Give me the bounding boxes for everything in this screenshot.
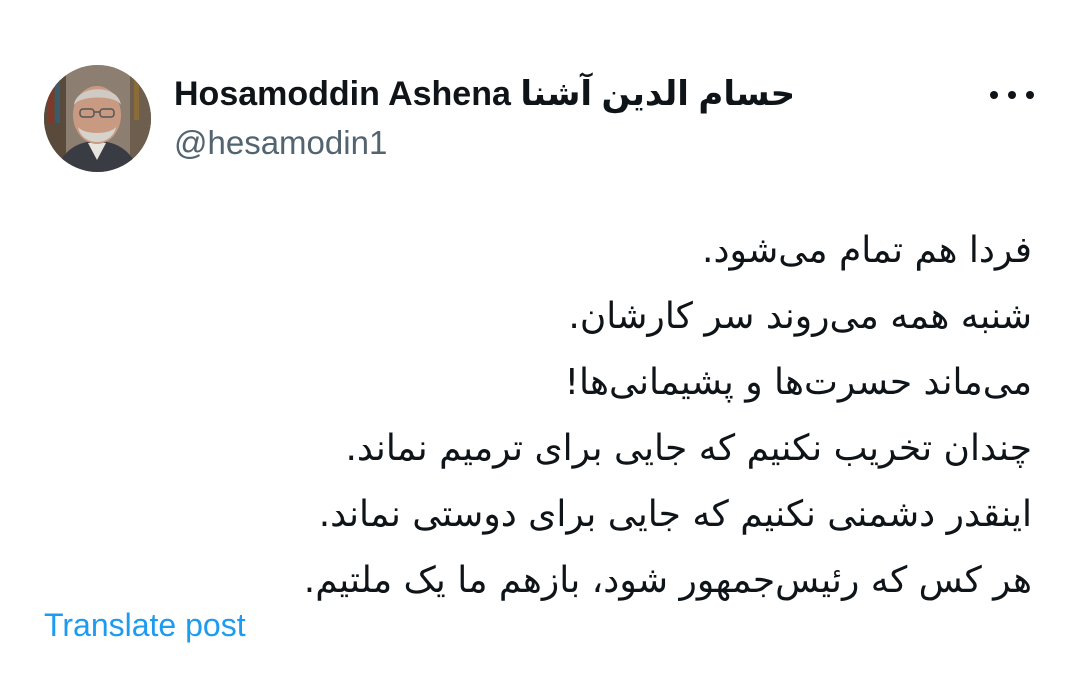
tweet-line: چندان تخریب نکنیم که جایی برای ترمیم نما… xyxy=(345,428,1032,469)
dot xyxy=(1026,91,1034,99)
translate-post-link[interactable]: Translate post xyxy=(44,607,246,644)
tweet-line: می‌ماند حسرت‌ها و پشیمانی‌ها! xyxy=(564,362,1032,403)
avatar[interactable] xyxy=(44,65,151,172)
tweet-text: فردا هم تمام می‌شود. شنبه همه می‌روند سر… xyxy=(252,218,1032,614)
author-name-text: Hosamoddin Ashena حسام الدين آشنا xyxy=(174,75,796,113)
author-handle[interactable]: @hesamodin1 xyxy=(174,124,387,162)
more-options-icon[interactable] xyxy=(990,80,1034,110)
author-display-name[interactable]: Hosamoddin Ashena حسام الدين آشنا xyxy=(174,72,795,116)
person-photo-icon xyxy=(44,65,151,172)
tweet-line: فردا هم تمام می‌شود. xyxy=(702,230,1032,271)
tweet-line: اینقدر دشمنی نکنیم که جایی برای دوستی نم… xyxy=(318,494,1032,535)
tweet-line: هر کس که رئیس‌جمهور شود، بازهم ما یک ملت… xyxy=(303,560,1032,601)
tweet-line: شنبه همه می‌روند سر کارشان. xyxy=(568,296,1032,337)
dot xyxy=(990,91,998,99)
dot xyxy=(1008,91,1016,99)
